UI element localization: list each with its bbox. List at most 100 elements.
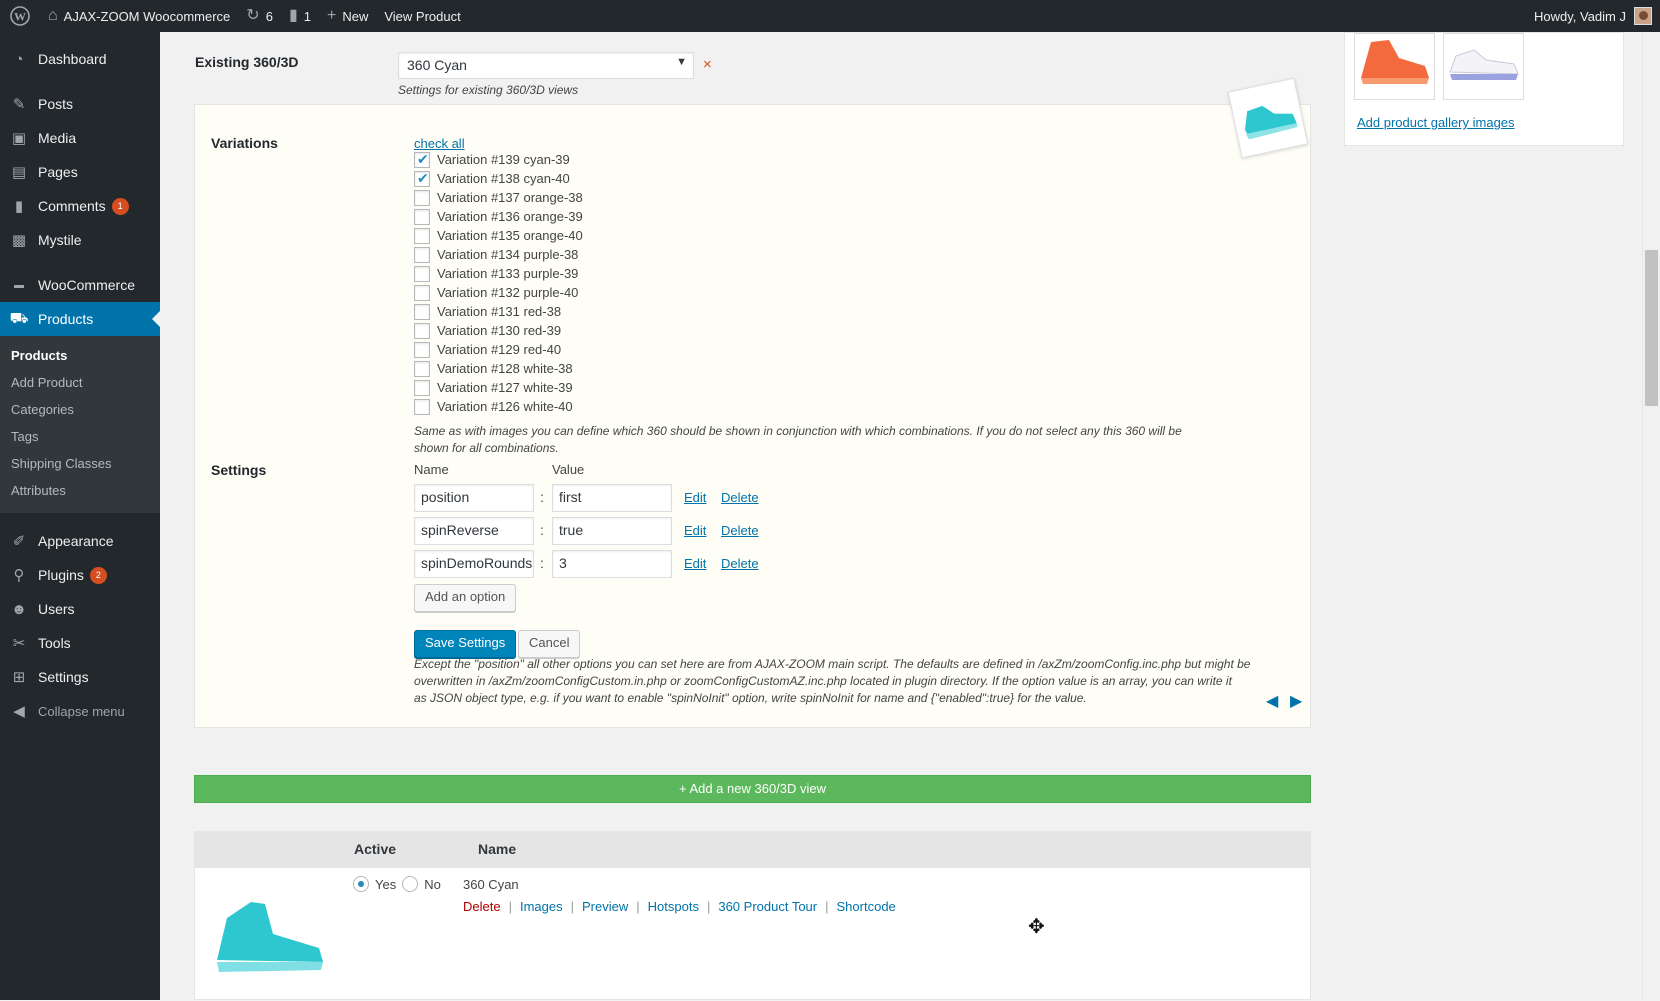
wordpress-logo-icon[interactable]: W <box>0 0 40 32</box>
home-icon: ⌂ <box>48 7 58 24</box>
edit-option-link[interactable]: Edit <box>684 490 706 505</box>
menu-woocommerce[interactable]: ▬ WooCommerce <box>0 268 160 302</box>
variation-checkbox[interactable] <box>414 227 430 244</box>
menu-appearance[interactable]: ✐ Appearance <box>0 524 160 558</box>
product-tour-link[interactable]: 360 Product Tour <box>718 899 817 914</box>
menu-users[interactable]: ☻ Users <box>0 592 160 626</box>
cart-icon: ⛟ <box>9 309 29 327</box>
variation-row: Variation #134 purple-38 <box>414 245 578 264</box>
delete-option-link[interactable]: Delete <box>721 556 759 571</box>
variation-label: Variation #139 cyan-39 <box>437 152 570 167</box>
active-yes-radio[interactable] <box>353 876 369 892</box>
existing-360-select[interactable]: 360 Cyan ▼ <box>398 52 694 79</box>
submenu-shipping-classes[interactable]: Shipping Classes <box>0 451 160 478</box>
view-product-link[interactable]: View Product <box>376 0 468 32</box>
add-gallery-images-link[interactable]: Add product gallery images <box>1357 115 1515 130</box>
paintbrush-icon: ✐ <box>12 533 26 550</box>
scrollbar-thumb[interactable] <box>1645 250 1658 406</box>
variation-checkbox[interactable] <box>414 379 430 396</box>
variation-checkbox[interactable] <box>414 151 430 168</box>
option-name-input[interactable]: spinDemoRounds <box>414 550 534 578</box>
shortcode-link[interactable]: Shortcode <box>837 899 896 914</box>
menu-posts[interactable]: ✎ Posts <box>0 87 160 121</box>
check-all-link[interactable]: check all <box>414 136 465 151</box>
menu-products[interactable]: ⛟ Products <box>0 302 160 336</box>
option-value-input[interactable]: first <box>552 484 672 512</box>
delete-link[interactable]: Delete <box>463 899 501 914</box>
variation-label: Variation #126 white-40 <box>437 399 573 414</box>
preview-thumbnail <box>1227 77 1309 159</box>
delete-option-link[interactable]: Delete <box>721 490 759 505</box>
variation-checkbox[interactable] <box>414 208 430 225</box>
edit-option-link[interactable]: Edit <box>684 523 706 538</box>
menu-label: Settings <box>38 669 89 685</box>
next-arrow-icon[interactable]: ▶ <box>1290 691 1302 711</box>
images-link[interactable]: Images <box>520 899 563 914</box>
cyan-hightop-shoe-icon <box>217 902 323 972</box>
comments-badge: 1 <box>111 197 129 215</box>
site-name-link[interactable]: ⌂ AJAX-ZOOM Woocommerce <box>40 0 238 32</box>
menu-label: Tools <box>38 635 71 651</box>
remove-360-button[interactable]: × <box>703 56 712 73</box>
cyan-shoe-icon <box>1245 105 1298 140</box>
menu-plugins[interactable]: ⚲ Plugins 2 <box>0 558 160 592</box>
option-value-input[interactable]: 3 <box>552 550 672 578</box>
collapse-menu-button[interactable]: ◀ Collapse menu <box>0 694 160 728</box>
page-scrollbar[interactable] <box>1642 32 1660 1000</box>
variation-checkbox[interactable] <box>414 360 430 377</box>
pages-icon: ▤ <box>11 164 27 181</box>
menu-tools[interactable]: ✂ Tools <box>0 626 160 660</box>
option-value-input[interactable]: true <box>552 517 672 545</box>
submenu-tags[interactable]: Tags <box>0 424 160 451</box>
add-new-360-button[interactable]: + Add a new 360/3D view <box>194 775 1311 803</box>
menu-pages[interactable]: ▤ Pages <box>0 155 160 189</box>
variation-checkbox[interactable] <box>414 189 430 206</box>
comments-link[interactable]: ▮ 1 <box>281 0 319 32</box>
gallery-thumb-white[interactable] <box>1443 33 1524 100</box>
variation-row: Variation #139 cyan-39 <box>414 150 570 169</box>
updates-link[interactable]: ↻ 6 <box>238 0 281 32</box>
option-name-input[interactable]: position <box>414 484 534 512</box>
my-account[interactable]: Howdy, Vadim J <box>1534 7 1660 25</box>
cancel-button[interactable]: Cancel <box>518 630 581 658</box>
variation-checkbox[interactable] <box>414 170 430 187</box>
preview-link[interactable]: Preview <box>582 899 628 914</box>
menu-settings[interactable]: ⊞ Settings <box>0 660 160 694</box>
variation-checkbox[interactable] <box>414 398 430 415</box>
orange-shoe-icon <box>1361 40 1429 84</box>
variation-checkbox[interactable] <box>414 322 430 339</box>
view-name: 360 Cyan <box>463 877 519 892</box>
move-cursor-icon: ✥ <box>1028 916 1045 938</box>
submenu-categories[interactable]: Categories <box>0 397 160 424</box>
menu-comments[interactable]: ▮ Comments 1 <box>0 189 160 223</box>
menu-mystile[interactable]: ▩ Mystile <box>0 223 160 257</box>
add-option-button[interactable]: Add an option <box>414 584 517 612</box>
menu-label: Dashboard <box>38 51 107 67</box>
save-settings-button[interactable]: Save Settings <box>414 630 517 658</box>
menu-media[interactable]: ▣ Media <box>0 121 160 155</box>
menu-dashboard[interactable]: ◔ Dashboard <box>0 42 160 76</box>
submenu-attributes[interactable]: Attributes <box>0 478 160 505</box>
menu-label: Collapse menu <box>38 703 125 719</box>
plugins-badge: 2 <box>89 566 107 584</box>
option-name-input[interactable]: spinReverse <box>414 517 534 545</box>
variation-checkbox[interactable] <box>414 341 430 358</box>
table-header: Active Name <box>195 832 1310 868</box>
variation-checkbox[interactable] <box>414 246 430 263</box>
col-value-header: Value <box>552 462 585 477</box>
greeting: Howdy, Vadim J <box>1534 8 1626 24</box>
variation-checkbox[interactable] <box>414 303 430 320</box>
gallery-thumb-orange[interactable] <box>1354 33 1435 100</box>
view-thumbnail[interactable] <box>207 874 331 998</box>
new-content-link[interactable]: + New <box>319 0 376 32</box>
prev-arrow-icon[interactable]: ◀ <box>1266 691 1278 711</box>
submenu-add-product[interactable]: Add Product <box>0 370 160 397</box>
active-no-radio[interactable] <box>402 876 419 892</box>
submenu-products[interactable]: Products <box>0 343 160 370</box>
variation-checkbox[interactable] <box>414 265 430 282</box>
variation-checkbox[interactable] <box>414 284 430 301</box>
hotspots-link[interactable]: Hotspots <box>648 899 699 914</box>
variation-label: Variation #135 orange-40 <box>437 228 583 243</box>
delete-option-link[interactable]: Delete <box>721 523 759 538</box>
edit-option-link[interactable]: Edit <box>684 556 706 571</box>
